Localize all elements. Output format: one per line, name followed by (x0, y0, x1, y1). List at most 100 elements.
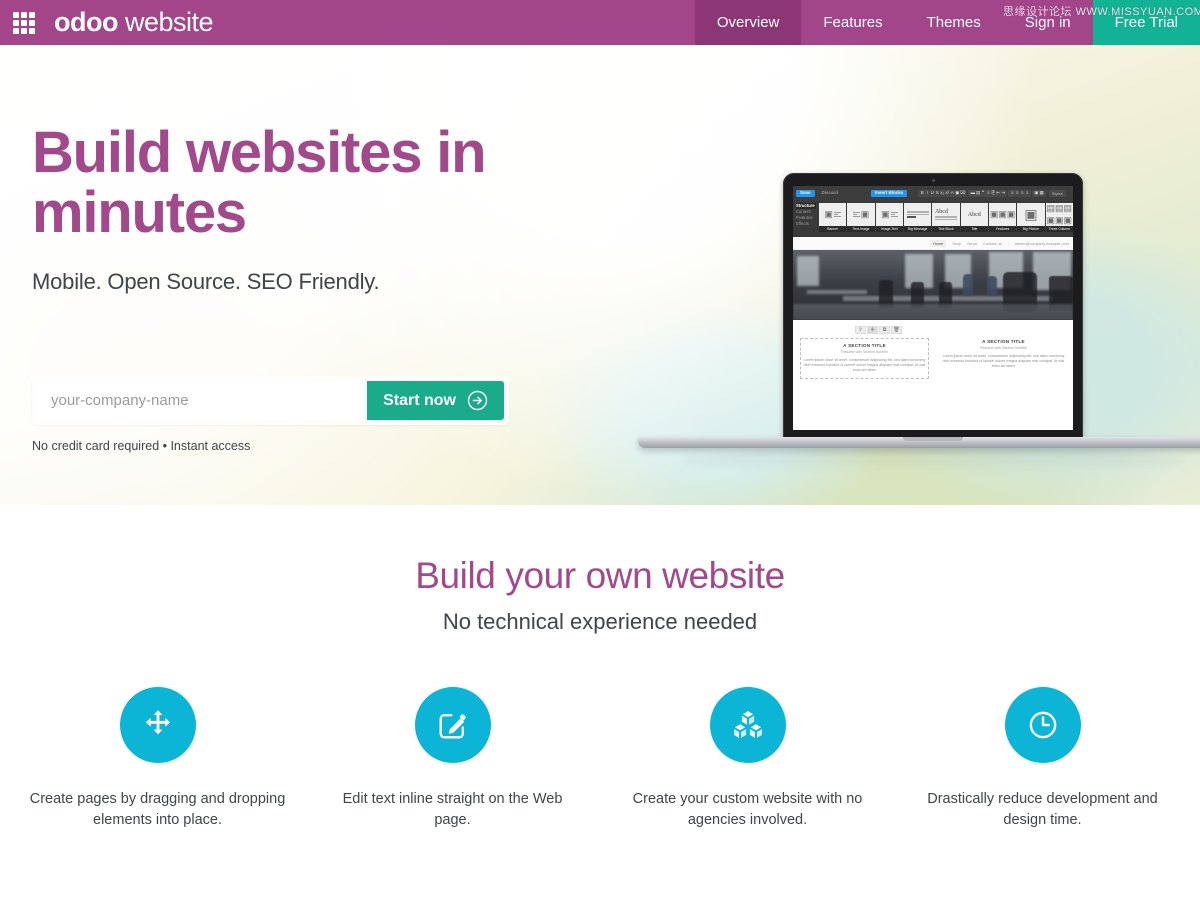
brand-name: odoo (54, 7, 118, 37)
arrow-right-circle-icon (467, 390, 488, 411)
block-image-text[interactable]: ▣ Image-Text (875, 203, 903, 232)
feature-item-custom-website: Create your custom website with no agenc… (600, 687, 895, 831)
laptop-reflection (680, 449, 1186, 473)
editor-insert-blocks-button[interactable]: Insert Blocks (871, 189, 908, 198)
snippet-move-up-icon[interactable]: ⇧ (855, 326, 866, 334)
nav-item-features[interactable]: Features (801, 0, 904, 45)
abcd-icon: Abcd (960, 203, 988, 226)
features-tagline: No technical experience needed (442, 609, 758, 634)
preview-nav-shop[interactable]: Shop (952, 241, 961, 246)
block-label: Title (960, 226, 988, 232)
hero-subheadline: Mobile. Open Source. SEO Friendly. (32, 269, 380, 294)
format-group-block[interactable]: ▬ ▤ ❞ ≡ ⎘ ⇤ ⇥ (968, 190, 1008, 197)
free-trial-button[interactable]: Free Trial (1092, 0, 1200, 45)
preview-column[interactable]: A SECTION TITLE Resume with Section Subt… (800, 338, 929, 379)
three-column-icon: ▤▤▤ ▣▣▣ (1045, 203, 1073, 226)
block-label: Big Message (903, 226, 932, 232)
preview-nav-contact[interactable]: Contact us (983, 241, 1002, 246)
block-label: Three Column (1045, 226, 1073, 232)
preview-banner-photo (793, 250, 1073, 320)
block-label: Features (988, 226, 1017, 232)
features-title: Build your own website (415, 555, 785, 596)
block-label: Image-Text (875, 226, 903, 232)
feature-text: Create pages by dragging and dropping el… (29, 791, 286, 828)
apps-grid-icon[interactable] (13, 11, 35, 34)
editor-format-tools: B I U Sx₂ x² A ◼ ⌧ ▬ ▤ ❞ ≡ ⎘ ⇤ ⇥ ≡ ≡ ≡ ≡ ▣ ▦ Styles (918, 190, 1070, 197)
start-now-label: Start now (383, 391, 456, 409)
feature-icon-circle (1004, 687, 1081, 763)
block-label: Text-Image (847, 226, 875, 232)
snippet-duplicate-icon[interactable]: ⧉ (879, 326, 890, 334)
move-arrows-icon (145, 710, 170, 735)
editor-category-sidebar: Structure Content Features Effects (793, 201, 819, 237)
preview-column[interactable]: A SECTION TITLE Resume with Section Subt… (942, 339, 1065, 378)
snippet-drag-icon[interactable]: ✛ (867, 326, 878, 334)
features-section: Build your own website No technical expe… (0, 505, 1200, 831)
feature-icon-circle (414, 687, 491, 763)
block-banner[interactable]: ▣ Banner (819, 203, 847, 232)
preview-nav-news[interactable]: News (967, 241, 977, 246)
three-camera-icon: ▣▣▣ (988, 203, 1017, 226)
format-group-align[interactable]: ≡ ≡ ≡ ≡ (1008, 190, 1032, 197)
column-body: Lorem ipsum dolor sit amet, consectetuer… (803, 358, 926, 373)
nav-divider: | (1007, 240, 1009, 246)
snippet-delete-icon[interactable]: 🗑 (891, 326, 902, 334)
preview-columns: A SECTION TITLE Resume with Section Subt… (800, 338, 1065, 379)
block-text-block[interactable]: Abcd Text Block (932, 203, 960, 232)
block-features[interactable]: ▣▣▣ Features (988, 203, 1017, 232)
document-icon (903, 203, 932, 226)
editor-toolbar: Save Discard Insert Blocks B I U Sx₂ x² A ◼ ⌧ ▬… (793, 186, 1073, 201)
editor-blocks-panel: Structure Content Features Effects ▣ Ban… (793, 201, 1073, 237)
editor-category-effects[interactable]: Effects (796, 221, 816, 227)
signup-form: Start now (32, 376, 509, 425)
column-body: Lorem ipsum dolor sit amet, consectetuer… (942, 354, 1065, 369)
feature-icon-circle (709, 687, 786, 763)
signup-fine-print: No credit card required • Instant access (32, 439, 251, 453)
block-big-message[interactable]: Big Message (903, 203, 932, 232)
big-camera-icon: ▣ (1017, 203, 1045, 226)
format-group-text[interactable]: B I U Sx₂ x² A ◼ ⌧ (918, 190, 968, 197)
hero-section: Build websites in minutes Mobile. Open S… (0, 45, 1200, 505)
webcam-icon (931, 179, 935, 182)
editor-save-button[interactable]: Save (796, 189, 815, 198)
column-title: A SECTION TITLE (843, 343, 886, 348)
preview-account-email[interactable]: admin@company.example.com (1015, 241, 1069, 246)
camera-list-icon: ▣ (819, 203, 847, 226)
company-name-input[interactable] (37, 381, 368, 420)
start-now-button[interactable]: Start now (367, 381, 504, 420)
preview-nav-home[interactable]: Home (929, 239, 947, 247)
laptop-notch (903, 437, 963, 441)
block-text-image[interactable]: ▣ Text-Image (847, 203, 875, 232)
main-nav: Overview Features Themes Sign in Free Tr… (694, 0, 1200, 45)
camera-list-icon: ▣ (875, 203, 903, 226)
laptop-base (638, 437, 1200, 448)
laptop-screen: Save Discard Insert Blocks B I U Sx₂ x² A ◼ ⌧ ▬… (793, 186, 1073, 430)
edit-pencil-icon (439, 713, 466, 738)
odoo-logo[interactable]: odoo website (54, 7, 214, 37)
block-label: Big Picture (1017, 226, 1045, 232)
editor-styles-dropdown[interactable]: Styles (1048, 190, 1066, 197)
block-label: Banner (819, 226, 847, 232)
feature-item-drag-drop: Create pages by dragging and dropping el… (10, 687, 305, 831)
editor-discard-button[interactable]: Discard (818, 190, 843, 198)
block-title[interactable]: Abcd Title (960, 203, 988, 232)
nav-item-themes[interactable]: Themes (905, 0, 1003, 45)
nav-item-overview[interactable]: Overview (694, 0, 802, 45)
block-label: Text Block (932, 226, 960, 232)
format-group-media[interactable]: ▣ ▦ (1032, 190, 1046, 197)
editor-block-list: ▣ Banner ▣ Text-Image ▣ Image-Text Big M… (819, 201, 1073, 237)
feature-text: Edit text inline straight on the Web pag… (342, 791, 563, 828)
laptop-lid: Save Discard Insert Blocks B I U Sx₂ x² A ◼ ⌧ ▬… (783, 173, 1083, 439)
feature-text: Create your custom website with no agenc… (632, 791, 863, 828)
block-big-picture[interactable]: ▣ Big Picture (1017, 203, 1045, 232)
column-subtitle: Resume with Section Subtitle (980, 346, 1027, 350)
cubes-icon (733, 711, 762, 738)
preview-site-nav: Home Shop News Contact us | admin@compan… (793, 237, 1073, 250)
nav-item-sign-in[interactable]: Sign in (1003, 0, 1093, 45)
snippet-toolbar: ⇧ ✛ ⧉ 🗑 (855, 326, 902, 334)
feature-icon-circle (119, 687, 196, 763)
block-three-column[interactable]: ▤▤▤ ▣▣▣ Three Column (1045, 203, 1073, 232)
features-grid: Create pages by dragging and dropping el… (0, 687, 1200, 831)
laptop-mockup: Save Discard Insert Blocks B I U Sx₂ x² A ◼ ⌧ ▬… (620, 155, 1200, 475)
hero-headline: Build websites in minutes (32, 120, 487, 245)
